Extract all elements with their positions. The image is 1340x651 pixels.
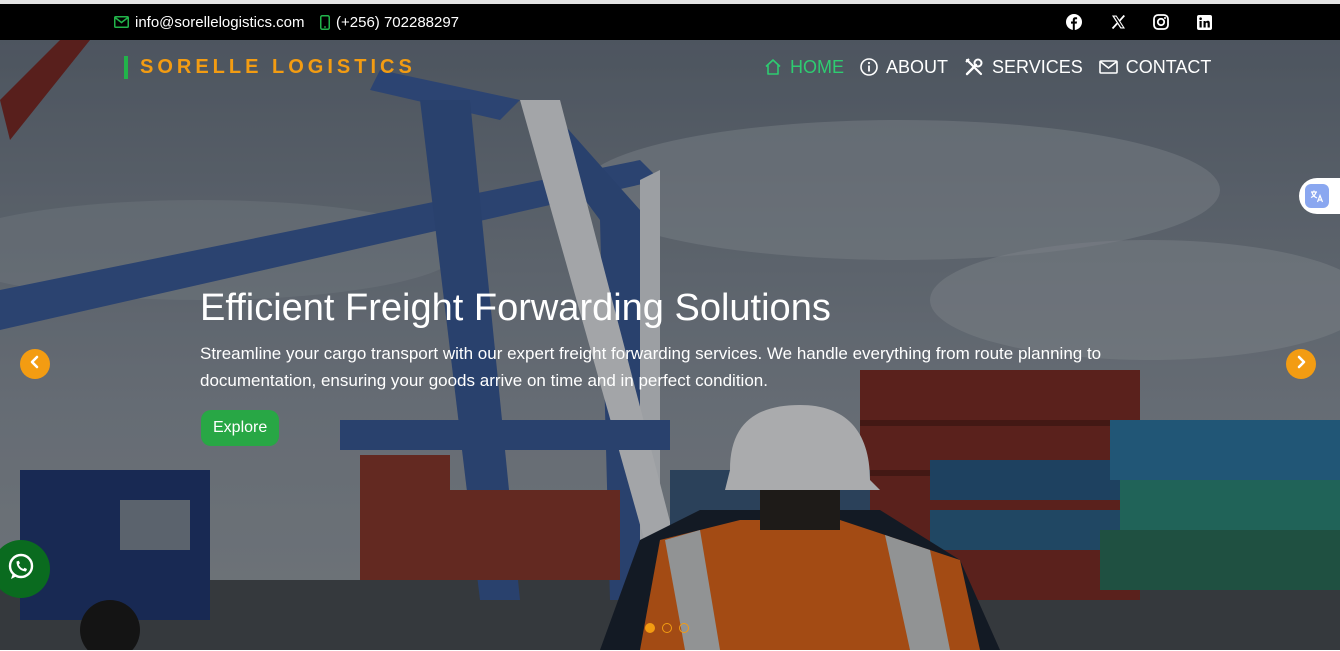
explore-button[interactable]: Explore <box>201 410 280 446</box>
slide-dot-1[interactable] <box>645 623 655 633</box>
email-text: info@sorellelogistics.com <box>135 13 305 31</box>
slide-dot-2[interactable] <box>662 623 672 633</box>
brand-logo[interactable]: SORELLE LOGISTICS <box>124 56 416 79</box>
hero-slider: SORELLE LOGISTICS HOME ABOUT SERVICES CO… <box>0 40 1340 650</box>
slider-next-button[interactable] <box>1286 349 1316 379</box>
translate-widget[interactable] <box>1299 178 1340 214</box>
home-icon <box>764 58 782 76</box>
nav-services[interactable]: SERVICES <box>964 57 1083 78</box>
info-icon <box>860 58 878 76</box>
slider-prev-button[interactable] <box>20 349 50 379</box>
nav-about-label: ABOUT <box>886 56 949 77</box>
main-nav: HOME ABOUT SERVICES CONTACT <box>764 55 1211 79</box>
facebook-icon[interactable] <box>1064 4 1084 40</box>
hero-description: Streamline your cargo transport with our… <box>200 344 1102 390</box>
instagram-icon[interactable] <box>1151 4 1171 40</box>
phone-icon <box>320 14 330 30</box>
nav-services-label: SERVICES <box>992 56 1083 77</box>
chevron-left-icon <box>28 355 42 374</box>
email-link[interactable]: info@sorellelogistics.com <box>114 4 304 40</box>
slider-pagination <box>645 623 689 633</box>
top-contact-bar: info@sorellelogistics.com (+256) 7022882… <box>0 4 1340 40</box>
x-icon[interactable] <box>1108 4 1128 40</box>
nav-home-label: HOME <box>790 56 844 77</box>
linkedin-icon[interactable] <box>1194 4 1214 40</box>
envelope-icon <box>114 16 129 28</box>
nav-contact[interactable]: CONTACT <box>1098 56 1212 78</box>
chevron-right-icon <box>1294 355 1308 374</box>
phone-text: (+256) 702288297 <box>336 13 460 31</box>
slide-dot-3[interactable] <box>679 623 689 633</box>
nav-about[interactable]: ABOUT <box>860 57 948 78</box>
phone-link[interactable]: (+256) 702288297 <box>320 4 459 40</box>
whatsapp-icon <box>6 552 36 587</box>
envelope-icon <box>1098 60 1118 74</box>
nav-home[interactable]: HOME <box>764 57 844 78</box>
nav-contact-label: CONTACT <box>1125 56 1212 77</box>
hero-title: Efficient Freight Forwarding Solutions <box>200 287 831 329</box>
tools-icon <box>964 57 984 77</box>
translate-icon <box>1305 184 1329 208</box>
